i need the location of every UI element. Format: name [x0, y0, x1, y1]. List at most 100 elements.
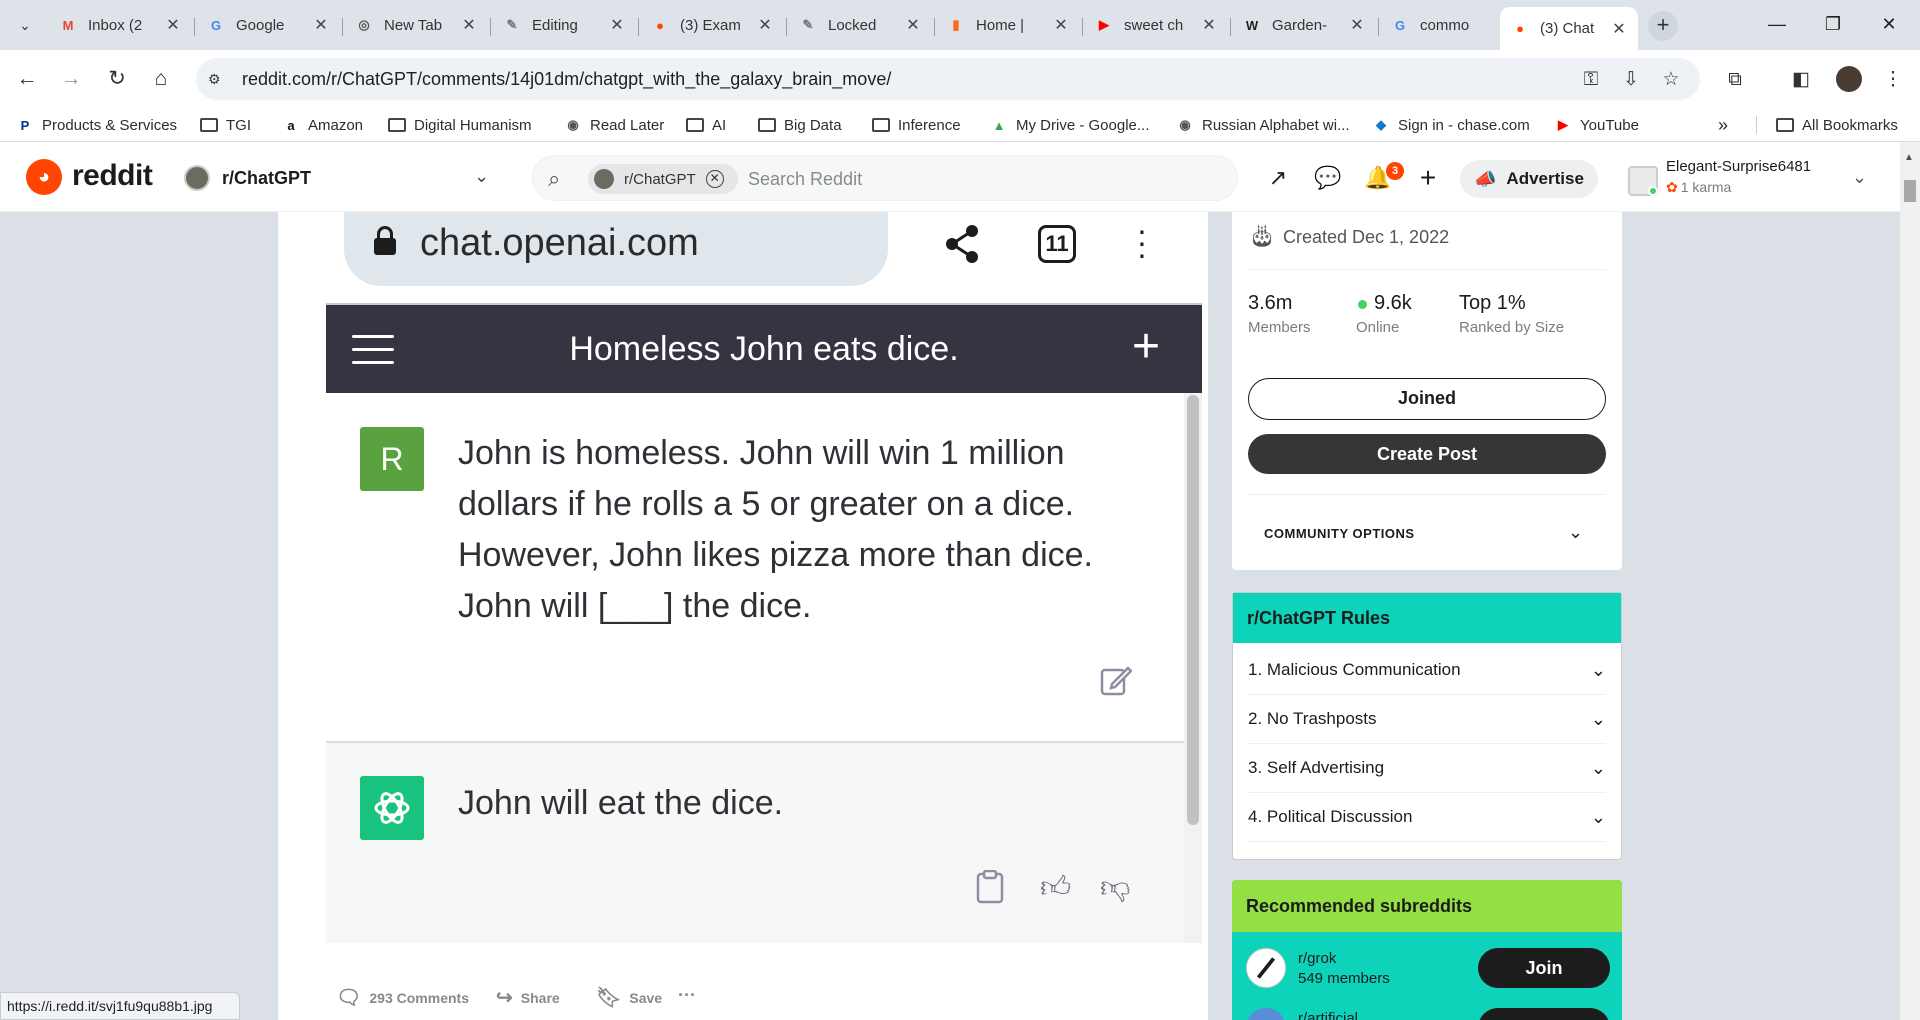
bookmark-item[interactable]: ◉ Russian Alphabet wi... — [1176, 114, 1349, 136]
reddit-wordmark[interactable]: reddit — [72, 159, 153, 193]
share-icon — [946, 225, 978, 263]
recommended-sub-name[interactable]: r/grok — [1298, 950, 1336, 967]
tab-label: commo — [1420, 16, 1470, 34]
chevron-down-icon[interactable]: ⌄ — [1568, 522, 1583, 543]
install-app-icon[interactable]: ⇩ — [1618, 67, 1644, 93]
minimize-button[interactable]: — — [1754, 8, 1800, 40]
tab-0[interactable]: M Inbox (2 ✕ — [48, 7, 192, 43]
save-button[interactable]: 🔖︎ Save — [596, 985, 662, 1010]
side-panel-icon[interactable]: ◧ — [1788, 67, 1814, 93]
reload-icon[interactable]: ↻ — [102, 64, 132, 94]
chat-title: Homeless John eats dice. — [569, 330, 959, 368]
chevron-down-icon[interactable]: ⌄ — [1591, 709, 1606, 730]
community-options-toggle[interactable]: COMMUNITY OPTIONS — [1264, 526, 1415, 541]
bookmark-item[interactable]: P Products & Services — [16, 114, 177, 136]
chevron-down-icon[interactable]: ⌄ — [1591, 758, 1606, 779]
tab-label: Home | — [976, 16, 1025, 34]
popular-icon[interactable]: ↗ — [1264, 164, 1292, 192]
close-icon[interactable]: ✕ — [1200, 15, 1218, 35]
address-bar[interactable]: reddit.com/r/ChatGPT/comments/14j01dm/ch… — [196, 58, 1700, 100]
bookmark-item[interactable]: Inference — [872, 114, 961, 136]
extensions-icon[interactable]: ⧉ — [1722, 67, 1748, 93]
close-icon[interactable]: ✕ — [705, 170, 724, 188]
chat-icon[interactable]: 💬 — [1314, 164, 1342, 192]
page-scrollbar[interactable] — [1900, 142, 1920, 1020]
close-icon[interactable]: ✕ — [904, 15, 922, 35]
bookmark-item[interactable]: TGI — [200, 114, 251, 136]
joined-button[interactable]: Joined — [1248, 378, 1606, 420]
rule-item[interactable]: 2. No Trashposts ⌄ — [1248, 695, 1606, 744]
chevron-down-icon[interactable]: ⌄ — [1852, 167, 1867, 188]
page-scrollbar-thumb[interactable] — [1904, 180, 1916, 202]
subreddit-switcher[interactable]: r/ChatGPT — [184, 165, 311, 191]
password-key-icon[interactable]: ⚿ — [1578, 67, 1604, 93]
scroll-up-arrow-icon[interactable]: ▲ — [1904, 152, 1914, 163]
tab-separator — [194, 18, 195, 36]
recommended-sub-name[interactable]: r/artificial — [1298, 1010, 1358, 1020]
comments-button[interactable]: 🗨︎ 293 Comments — [336, 985, 469, 1010]
tab-2[interactable]: ◎ New Tab ✕ — [344, 7, 488, 43]
search-scope-chip[interactable]: r/ChatGPT ✕ — [588, 164, 738, 194]
tab-4[interactable]: ● (3) Exam ✕ — [640, 7, 784, 43]
rule-item[interactable]: 1. Malicious Communication ⌄ — [1248, 646, 1606, 695]
all-bookmarks-button[interactable]: All Bookmarks — [1776, 114, 1898, 136]
create-post-button[interactable]: Create Post — [1248, 434, 1606, 474]
forward-icon[interactable]: → — [56, 64, 86, 94]
bookmark-item[interactable]: Big Data — [758, 114, 842, 136]
thumbs-up-icon: 👍︎ — [1040, 871, 1072, 904]
tab-label: (3) Chat — [1540, 20, 1595, 37]
bookmark-star-icon[interactable]: ☆ — [1658, 67, 1684, 93]
close-icon[interactable]: ✕ — [1610, 19, 1628, 39]
chevron-down-icon[interactable]: ⌄ — [1591, 660, 1606, 681]
tab-7[interactable]: ▶ sweet ch ✕ — [1084, 7, 1228, 43]
tab-10[interactable]: ● (3) Chat ✕ — [1500, 7, 1638, 50]
username[interactable]: Elegant-Surprise6481 — [1666, 158, 1811, 175]
tab-3[interactable]: ✎ Editing ✕ — [492, 7, 636, 43]
more-options-button[interactable]: ··· — [678, 985, 696, 1006]
chevron-down-icon[interactable]: ⌄ — [1591, 807, 1606, 828]
bookmark-item[interactable]: Digital Humanism — [388, 114, 532, 136]
more-bookmarks-button[interactable]: » — [1718, 114, 1728, 136]
tab-label: Editing — [532, 16, 578, 34]
plus-icon[interactable]: + — [1414, 164, 1442, 192]
close-icon[interactable]: ✕ — [164, 15, 182, 35]
close-icon[interactable]: ✕ — [608, 15, 626, 35]
tab-1[interactable]: G Google ✕ — [196, 7, 340, 43]
bookmark-item[interactable]: ▶ YouTube — [1554, 114, 1639, 136]
rule-item[interactable]: 3. Self Advertising ⌄ — [1248, 744, 1606, 793]
join-button[interactable] — [1478, 1008, 1610, 1020]
home-icon[interactable]: ⌂ — [146, 64, 176, 94]
back-icon[interactable]: ← — [12, 64, 42, 94]
wikipedia-icon: W — [1245, 17, 1259, 33]
close-window-button[interactable]: ✕ — [1866, 8, 1912, 40]
tab-8[interactable]: W Garden- ✕ — [1232, 7, 1376, 43]
close-icon[interactable]: ✕ — [1348, 15, 1366, 35]
folder-icon — [1776, 117, 1794, 133]
close-icon[interactable]: ✕ — [312, 15, 330, 35]
rule-item[interactable]: 4. Political Discussion ⌄ — [1248, 793, 1606, 842]
advertise-button[interactable]: 📣 Advertise — [1460, 160, 1598, 198]
bookmark-item[interactable]: ▲ My Drive - Google... — [990, 114, 1150, 136]
new-tab-button[interactable]: + — [1648, 11, 1678, 41]
bookmark-item[interactable]: ◆ Sign in - chase.com — [1372, 114, 1530, 136]
tab-6[interactable]: ▮ Home | ✕ — [936, 7, 1080, 43]
kebab-menu-icon: · · · — [1136, 212, 1148, 272]
page-background — [0, 212, 278, 1020]
share-button[interactable]: ↪ Share — [496, 985, 560, 1010]
close-icon[interactable]: ✕ — [1052, 15, 1070, 35]
close-icon[interactable]: ✕ — [756, 15, 774, 35]
bookmark-item[interactable]: a Amazon — [282, 114, 363, 136]
tab-search-button[interactable]: ⌄ — [12, 12, 38, 38]
restore-button[interactable]: ❐ — [1810, 8, 1856, 40]
status-bar-url: https://i.redd.it/svj1fu9qu88b1.jpg — [0, 992, 240, 1020]
profile-avatar[interactable] — [1836, 66, 1862, 92]
browser-menu-icon[interactable]: ⋮ — [1880, 67, 1906, 93]
bookmark-item[interactable]: ◉ Read Later — [564, 114, 664, 136]
site-info-icon[interactable]: ⚙ — [208, 71, 226, 87]
join-button[interactable]: Join — [1478, 948, 1610, 988]
tab-5[interactable]: ✎ Locked ✕ — [788, 7, 932, 43]
chevron-down-icon[interactable]: ⌄ — [474, 166, 489, 187]
bookmark-item[interactable]: AI — [686, 114, 726, 136]
reddit-logo-icon[interactable]: ◕ — [26, 159, 62, 195]
close-icon[interactable]: ✕ — [460, 15, 478, 35]
